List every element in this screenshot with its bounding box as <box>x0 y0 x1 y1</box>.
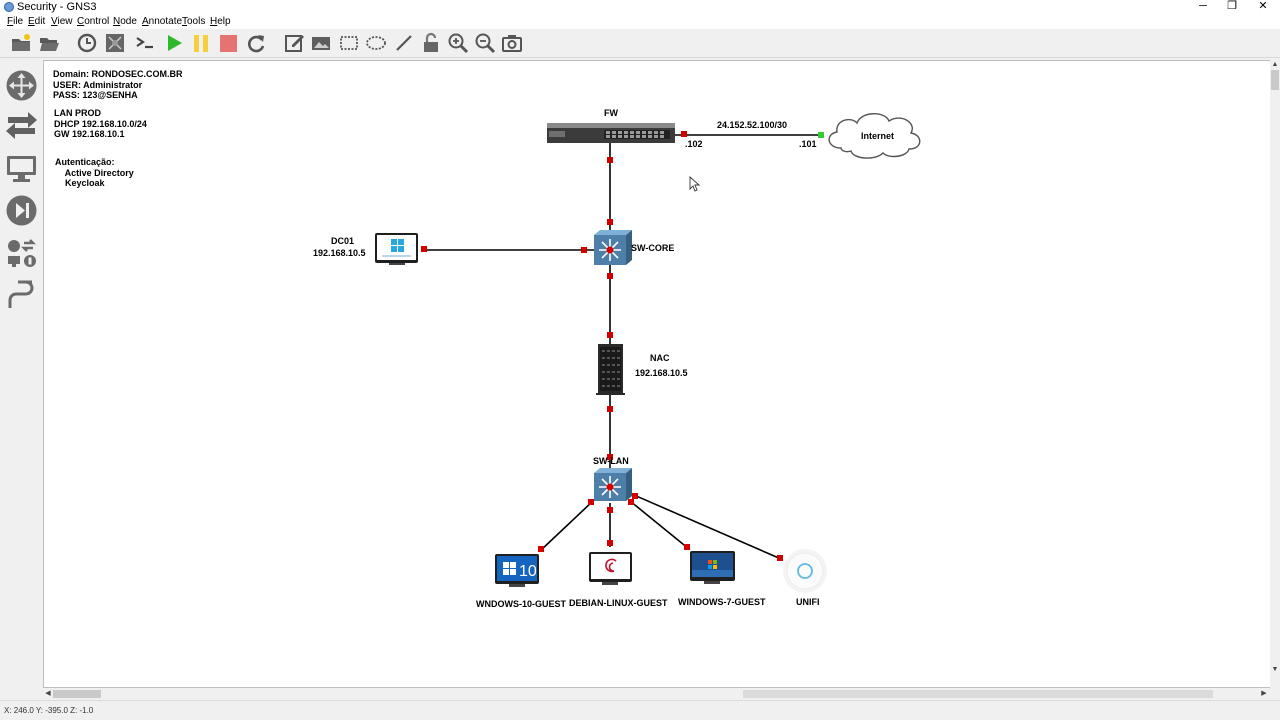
wan-subnet-label[interactable]: 24.152.52.100/30 <box>717 120 787 130</box>
menu-node[interactable]: Node <box>113 16 137 27</box>
screenshot-icon[interactable] <box>501 32 523 54</box>
dc01-ip-label[interactable]: 192.168.10.5 <box>313 248 366 258</box>
open-project-icon[interactable] <box>38 32 60 54</box>
unifi-label[interactable]: UNIFI <box>796 597 820 607</box>
nac-server-icon[interactable] <box>596 344 625 395</box>
scroll-left-icon[interactable]: ◀ <box>44 690 52 698</box>
sw-core-label[interactable]: SW-CORE <box>631 243 674 253</box>
scroll-right-icon[interactable]: ▶ <box>1260 690 1268 698</box>
win7-label[interactable]: WINDOWS-7-GUEST <box>678 597 766 607</box>
note-lan-prod[interactable]: LAN PROD DHCP 192.168.10.0/24 GW 192.168… <box>54 108 147 140</box>
vertical-scrollbar[interactable]: ▲ ▼ <box>1270 60 1280 700</box>
unifi-access-point-icon[interactable] <box>783 549 827 593</box>
draw-line-icon[interactable] <box>393 32 415 54</box>
zoom-in-icon[interactable] <box>447 32 469 54</box>
nac-name-label[interactable]: NAC <box>650 353 670 363</box>
fw-wan-ip-label[interactable]: .102 <box>685 139 703 149</box>
menu-file[interactable]: File <box>7 16 23 27</box>
menu-annotate[interactable]: Annotate <box>142 16 182 27</box>
horizontal-scrollbar[interactable]: ◀ ▶ <box>43 688 1270 700</box>
stop-all-icon[interactable] <box>217 32 239 54</box>
gns3-app-icon <box>4 2 14 12</box>
suspend-all-icon[interactable] <box>190 32 212 54</box>
snapshot-icon[interactable] <box>76 32 98 54</box>
note-authentication[interactable]: Autenticação: Active Directory Keycloak <box>55 157 134 189</box>
link-green-marker <box>818 132 824 138</box>
nac-ip-label[interactable]: 192.168.10.5 <box>635 368 688 378</box>
isp-ip-label[interactable]: .101 <box>799 139 817 149</box>
security-devices-icon[interactable] <box>4 193 39 228</box>
dc01-server-icon[interactable] <box>375 233 418 265</box>
end-devices-icon[interactable] <box>4 151 39 186</box>
status-bar: X: 246.0 Y: -395.0 Z: -1.0 <box>0 700 1280 720</box>
close-button[interactable]: ✕ <box>1248 0 1278 14</box>
minimize-button[interactable]: ─ <box>1188 0 1218 14</box>
add-note-icon[interactable] <box>283 32 305 54</box>
horizontal-scroll-thumb[interactable] <box>53 690 101 698</box>
all-devices-icon[interactable] <box>4 236 39 271</box>
horizontal-scroll-track <box>743 690 1213 698</box>
switches-icon[interactable] <box>4 109 39 144</box>
window-title: Security - GNS3 <box>17 1 97 13</box>
debian-linux-guest-icon[interactable] <box>589 552 632 585</box>
menu-help[interactable]: Help <box>210 16 231 27</box>
svg-text:10: 10 <box>519 563 537 580</box>
vertical-scroll-thumb[interactable] <box>1271 70 1279 90</box>
start-all-icon[interactable] <box>163 32 185 54</box>
menu-bar: File Edit View Control Node Annotate Too… <box>0 14 1280 29</box>
debian-label[interactable]: DEBIAN-LINUX-GUEST <box>569 598 668 608</box>
link-swlan-unifi[interactable] <box>633 494 782 560</box>
sw-core-switch-icon[interactable] <box>594 230 632 265</box>
internet-label[interactable]: Internet <box>861 131 894 141</box>
firewall-device-icon[interactable] <box>547 123 675 143</box>
console-all-icon[interactable] <box>134 32 156 54</box>
toolbar <box>0 29 1280 58</box>
device-dock <box>0 58 43 700</box>
topology-canvas[interactable]: 10 Domain: RONDOSEC.COM.BR USER: Adminis… <box>43 60 1271 688</box>
link-swlan-win10[interactable] <box>539 500 594 552</box>
insert-picture-icon[interactable] <box>310 32 332 54</box>
scroll-up-icon[interactable]: ▲ <box>1271 61 1279 69</box>
reload-all-icon[interactable] <box>245 32 267 54</box>
note-domain-credentials[interactable]: Domain: RONDOSEC.COM.BR USER: Administra… <box>53 69 183 101</box>
maximize-button[interactable]: ❐ <box>1217 0 1247 14</box>
routers-icon[interactable] <box>4 68 39 103</box>
mouse-cursor-icon <box>689 175 701 192</box>
zoom-out-icon[interactable] <box>474 32 496 54</box>
win10-label[interactable]: WNDOWS-10-GUEST <box>476 599 566 609</box>
windows-10-guest-icon[interactable]: 10 <box>495 554 539 587</box>
menu-view[interactable]: View <box>51 16 73 27</box>
draw-rectangle-icon[interactable] <box>338 32 360 54</box>
add-link-icon[interactable] <box>4 278 39 313</box>
show-interface-labels-icon[interactable] <box>104 32 126 54</box>
lock-icon[interactable] <box>420 32 442 54</box>
menu-control[interactable]: Control <box>77 16 109 27</box>
menu-edit[interactable]: Edit <box>28 16 45 27</box>
menu-tools[interactable]: Tools <box>182 16 205 27</box>
fw-label[interactable]: FW <box>604 108 618 118</box>
draw-ellipse-icon[interactable] <box>365 32 387 54</box>
sw-lan-switch-icon[interactable] <box>594 468 632 501</box>
scroll-down-icon[interactable]: ▼ <box>1271 666 1279 674</box>
dc01-name-label[interactable]: DC01 <box>331 236 354 246</box>
sw-lan-label[interactable]: SW-LAN <box>593 456 629 466</box>
link-swlan-win7[interactable] <box>629 500 690 550</box>
title-bar: Security - GNS3 ─ ❐ ✕ <box>0 0 1280 14</box>
new-project-icon[interactable] <box>10 32 32 54</box>
windows-7-guest-icon[interactable] <box>690 551 735 584</box>
cursor-coordinates: X: 246.0 Y: -395.0 Z: -1.0 <box>4 706 94 715</box>
